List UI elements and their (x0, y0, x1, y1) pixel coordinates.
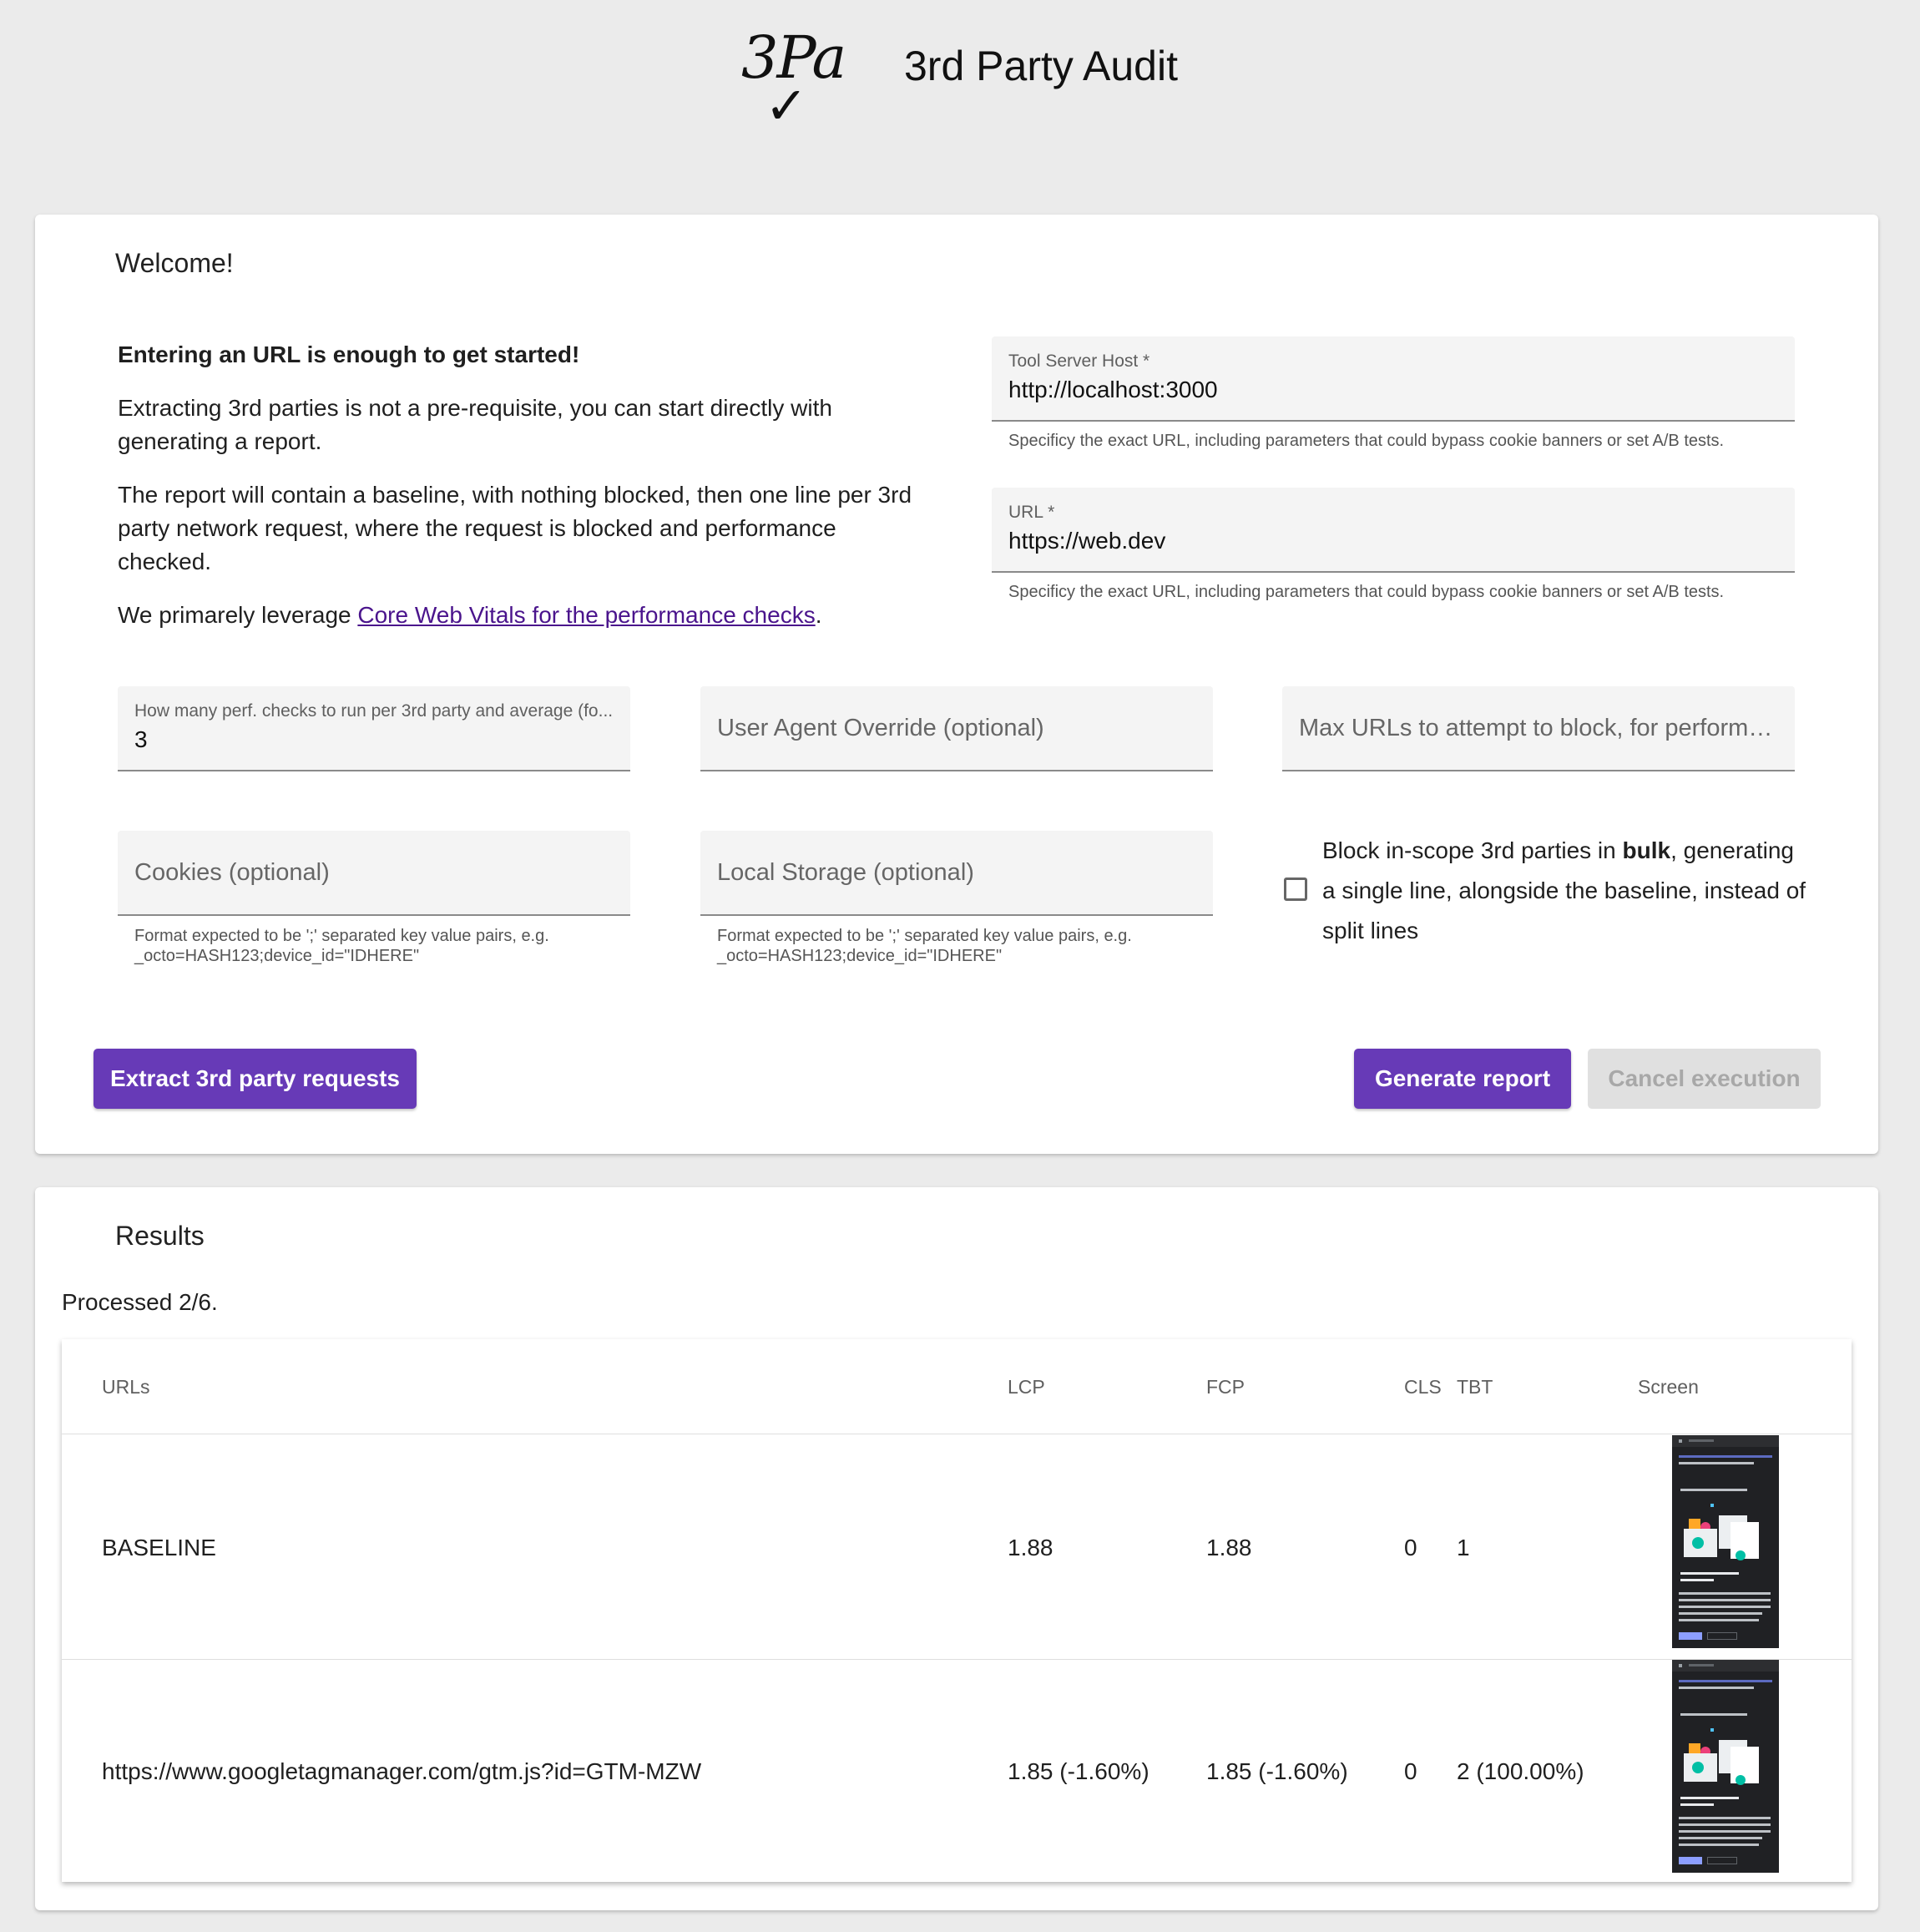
cookies-field[interactable]: Cookies (optional) (118, 831, 630, 916)
url-hint: Specificy the exact URL, including param… (1008, 583, 1725, 601)
results-table: URLs LCP FCP CLS TBT Screen BASELINE 1.8… (62, 1339, 1852, 1882)
local-storage-hint-line-2: _octo=HASH123;device_id="IDHERE" (717, 947, 1003, 965)
max-urls-field[interactable]: Max URLs to attempt to block, for perfor… (1282, 686, 1795, 771)
intro-paragraph-3-prefix: We primarely leverage (118, 602, 358, 628)
local-storage-field[interactable]: Local Storage (optional) (700, 831, 1213, 916)
tool-server-host-value[interactable]: http://localhost:3000 (1008, 377, 1218, 403)
intro-paragraph-3: We primarely leverage Core Web Vitals fo… (118, 599, 919, 632)
table-row: https://www.googletagmanager.com/gtm.js?… (62, 1659, 1852, 1883)
table-row: BASELINE 1.88 1.88 0 1 (62, 1434, 1852, 1659)
local-storage-placeholder: Local Storage (optional) (717, 859, 974, 886)
max-urls-placeholder: Max URLs to attempt to block, for perfor… (1299, 715, 1778, 741)
intro-paragraph-3-suffix: . (815, 602, 822, 628)
cookies-placeholder: Cookies (optional) (134, 859, 330, 886)
cookies-hint: Format expected to be ';' separated key … (134, 926, 549, 966)
perf-checks-field[interactable]: How many perf. checks to run per 3rd par… (118, 686, 630, 771)
page-screenshot-thumbnail[interactable] (1672, 1435, 1779, 1648)
core-web-vitals-link[interactable]: Core Web Vitals for the performance chec… (357, 602, 815, 628)
tool-server-host-hint: Specificy the exact URL, including param… (1008, 432, 1725, 450)
app-header: 3Pa ✓ 3rd Party Audit (0, 0, 1920, 150)
page-screenshot-thumbnail[interactable] (1672, 1660, 1779, 1873)
setup-card-title: Welcome! (115, 248, 234, 278)
bulk-checkbox-label[interactable]: Block in-scope 3rd parties in bulk, gene… (1322, 831, 1806, 951)
column-header-fcp: FCP (1206, 1376, 1245, 1398)
bulk-label-bold: bulk (1622, 837, 1671, 863)
intro-paragraph-1: Extracting 3rd parties is not a pre-requ… (118, 395, 832, 454)
local-storage-hint: Format expected to be ';' separated key … (717, 926, 1132, 966)
results-card: Results Processed 2/6. URLs LCP FCP CLS … (35, 1187, 1878, 1910)
row-lcp: 1.85 (-1.60%) (1008, 1758, 1149, 1784)
url-field[interactable]: URL * https://web.dev (992, 488, 1795, 573)
user-agent-field[interactable]: User Agent Override (optional) (700, 686, 1213, 771)
checkmark-icon: ✓ (765, 75, 808, 136)
perf-checks-value[interactable]: 3 (134, 726, 148, 753)
row-url: https://www.googletagmanager.com/gtm.js?… (102, 1758, 702, 1784)
cookies-hint-line-2: _octo=HASH123;device_id="IDHERE" (134, 947, 420, 965)
url-value[interactable]: https://web.dev (1008, 528, 1165, 554)
local-storage-hint-line-1: Format expected to be ';' separated key … (717, 927, 1132, 945)
row-fcp: 1.88 (1206, 1535, 1252, 1560)
user-agent-placeholder: User Agent Override (optional) (717, 715, 1044, 741)
setup-card: Welcome! Entering an URL is enough to ge… (35, 215, 1878, 1154)
column-header-lcp: LCP (1008, 1376, 1045, 1398)
app-title: 3rd Party Audit (904, 43, 1178, 89)
row-tbt: 2 (100.00%) (1457, 1758, 1584, 1784)
row-lcp: 1.88 (1008, 1535, 1053, 1560)
bulk-checkbox[interactable] (1284, 877, 1307, 901)
row-cls: 0 (1404, 1535, 1417, 1560)
tool-server-host-field[interactable]: Tool Server Host * http://localhost:3000 (992, 336, 1795, 422)
cancel-execution-button: Cancel execution (1588, 1049, 1821, 1109)
intro-text: Entering an URL is enough to get started… (118, 338, 919, 652)
tool-server-host-label: Tool Server Host * (1008, 352, 1150, 371)
column-header-urls: URLs (102, 1376, 150, 1398)
app-logo: 3Pa ✓ (735, 17, 868, 136)
intro-paragraph-2: The report will contain a baseline, with… (118, 482, 912, 574)
cookies-hint-line-1: Format expected to be ';' separated key … (134, 927, 549, 945)
results-card-title: Results (115, 1221, 205, 1251)
row-tbt: 1 (1457, 1535, 1470, 1560)
column-header-screen: Screen (1638, 1376, 1699, 1398)
generate-report-button[interactable]: Generate report (1354, 1049, 1571, 1109)
column-header-tbt: TBT (1457, 1376, 1493, 1398)
row-cls: 0 (1404, 1758, 1417, 1784)
intro-heading: Entering an URL is enough to get started… (118, 341, 580, 367)
row-url: BASELINE (102, 1535, 216, 1560)
url-label: URL * (1008, 503, 1055, 522)
column-header-cls: CLS (1404, 1376, 1442, 1398)
perf-checks-label: How many perf. checks to run per 3rd par… (134, 701, 614, 721)
bulk-label-prefix: Block in-scope 3rd parties in (1322, 837, 1623, 863)
row-fcp: 1.85 (-1.60%) (1206, 1758, 1348, 1784)
processing-status: Processed 2/6. (62, 1289, 218, 1315)
extract-requests-button[interactable]: Extract 3rd party requests (93, 1049, 417, 1109)
